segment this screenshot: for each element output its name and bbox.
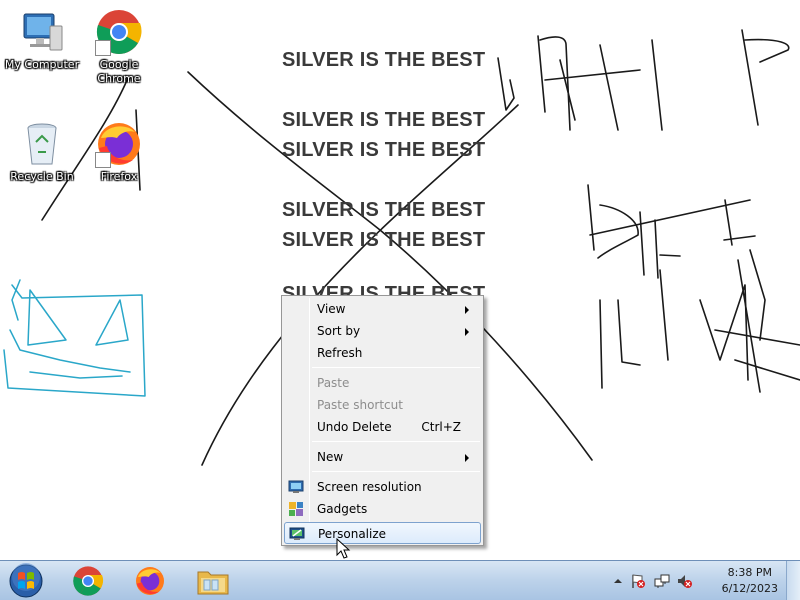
menu-item-label: Sort by: [317, 324, 361, 338]
show-desktop-button[interactable]: [786, 561, 800, 600]
menu-item-label: Screen resolution: [317, 480, 422, 494]
menu-item-label: Gadgets: [317, 502, 368, 516]
menu-item-label: New: [317, 450, 344, 464]
desktop-icon-label: My Computer: [4, 58, 80, 71]
desktop-icon-recycle-bin[interactable]: Recycle Bin: [0, 120, 84, 184]
taskbar-app-explorer[interactable]: [185, 562, 241, 599]
action-center-flag-icon[interactable]: [630, 573, 646, 589]
menu-item-new[interactable]: New: [284, 446, 481, 468]
computer-icon: [18, 8, 66, 56]
taskbar-app-chrome[interactable]: [60, 562, 116, 599]
personalize-icon: [289, 526, 305, 542]
desktop-context-menu: View Sort by Refresh Paste Paste shortcu…: [281, 295, 484, 546]
system-tray: 8:38 PM 6/12/2023: [610, 561, 800, 600]
taskbar-app-firefox[interactable]: [122, 562, 178, 599]
menu-item-label: Undo Delete: [317, 420, 392, 434]
volume-muted-icon[interactable]: [676, 573, 692, 589]
menu-item-label: View: [317, 302, 346, 316]
desktop-icon-label: Recycle Bin: [10, 170, 74, 183]
desktop-text-line: SILVER IS THE BEST: [282, 49, 486, 71]
menu-item-label: Paste shortcut: [317, 398, 403, 412]
clock-date: 6/12/2023: [721, 582, 778, 595]
show-hidden-icons-arrow[interactable]: [610, 573, 626, 589]
menu-item-personalize[interactable]: Personalize: [284, 522, 481, 544]
firefox-icon: [136, 566, 164, 595]
submenu-arrow-icon: [465, 328, 469, 336]
menu-item-paste: Paste: [284, 372, 481, 394]
menu-separator: [312, 471, 480, 472]
menu-item-shortcut: Ctrl+Z: [421, 420, 461, 434]
desktop-icon-label: Firefox: [100, 170, 138, 183]
screen-resolution-icon: [288, 479, 304, 495]
desktop-text-line: SILVER IS THE BEST: [282, 199, 486, 221]
menu-separator: [312, 441, 480, 442]
clock-time: 8:38 PM: [727, 566, 772, 579]
folder-icon: [197, 571, 229, 594]
submenu-arrow-icon: [465, 306, 469, 314]
submenu-arrow-icon: [465, 454, 469, 462]
windows-start-icon: [9, 563, 43, 598]
chrome-icon: [95, 8, 143, 56]
desktop-icon-google-chrome[interactable]: Google Chrome: [77, 8, 161, 86]
desktop-icon-label: Google Chrome: [97, 58, 141, 85]
desktop-text-line: SILVER IS THE BEST: [282, 109, 486, 131]
taskbar: 8:38 PM 6/12/2023: [0, 560, 800, 600]
recycle-bin-icon: [18, 120, 66, 168]
menu-item-screen-resolution[interactable]: Screen resolution: [284, 476, 481, 498]
desktop-icon-firefox[interactable]: Firefox: [77, 120, 161, 184]
gadgets-icon: [288, 501, 304, 517]
network-icon[interactable]: [654, 573, 670, 589]
start-button[interactable]: [4, 563, 48, 599]
desktop-text-line: SILVER IS THE BEST: [282, 229, 486, 251]
menu-item-refresh[interactable]: Refresh: [284, 342, 481, 364]
menu-item-paste-shortcut: Paste shortcut: [284, 394, 481, 416]
chrome-icon: [73, 565, 104, 596]
menu-separator: [312, 367, 480, 368]
shortcut-arrow-icon: [95, 152, 111, 168]
menu-item-label: Refresh: [317, 346, 363, 360]
menu-item-undo-delete[interactable]: Undo Delete Ctrl+Z: [284, 416, 481, 438]
desktop-text-line: SILVER IS THE BEST: [282, 139, 486, 161]
firefox-icon: [95, 120, 143, 168]
desktop[interactable]: My Computer Google Chrome Recycle Bin Fi…: [0, 0, 800, 560]
menu-item-label: Personalize: [318, 527, 387, 541]
clock[interactable]: 8:38 PM 6/12/2023: [722, 565, 778, 597]
shortcut-arrow-icon: [95, 40, 111, 56]
menu-item-gadgets[interactable]: Gadgets: [284, 498, 481, 520]
desktop-icon-my-computer[interactable]: My Computer: [0, 8, 84, 72]
menu-item-sort-by[interactable]: Sort by: [284, 320, 481, 342]
menu-item-view[interactable]: View: [284, 298, 481, 320]
menu-item-label: Paste: [317, 376, 350, 390]
